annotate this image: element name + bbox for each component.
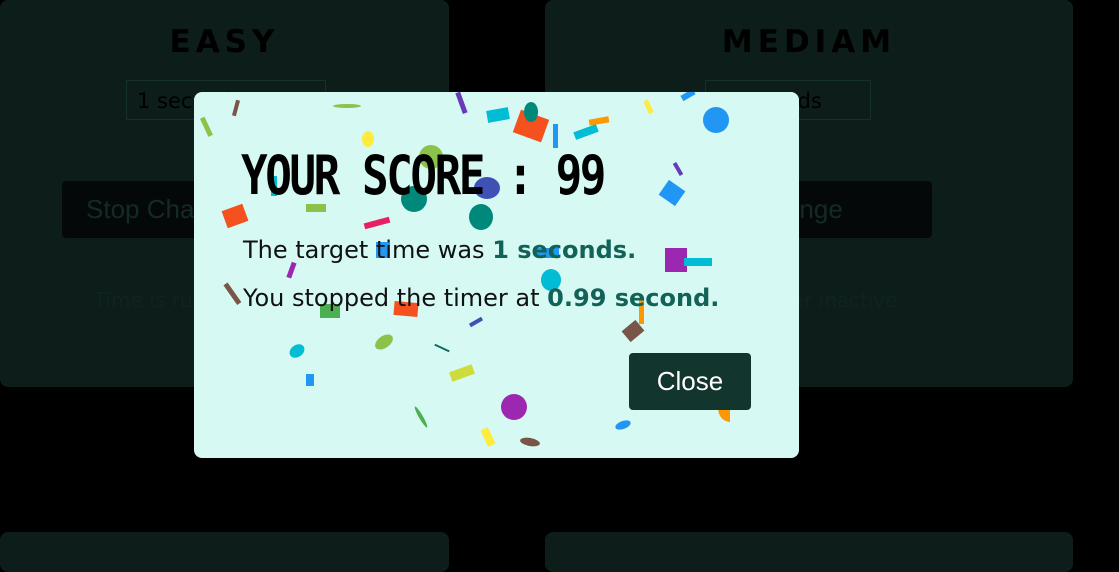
score-heading: YOUR SCORE : 99 [241, 144, 606, 207]
target-time-value: 1 seconds. [492, 236, 637, 264]
stopped-time-label: You stopped the timer at [243, 284, 548, 312]
close-button[interactable]: Close [629, 353, 751, 410]
stopped-time-value: 0.99 second. [547, 284, 720, 312]
result-modal: YOUR SCORE : 99 The target time was 1 se… [194, 92, 799, 458]
target-time-label: The target time was [243, 236, 493, 264]
target-time-text: The target time was 1 seconds. [243, 236, 636, 264]
stopped-time-text: You stopped the timer at 0.99 second. [243, 284, 719, 312]
